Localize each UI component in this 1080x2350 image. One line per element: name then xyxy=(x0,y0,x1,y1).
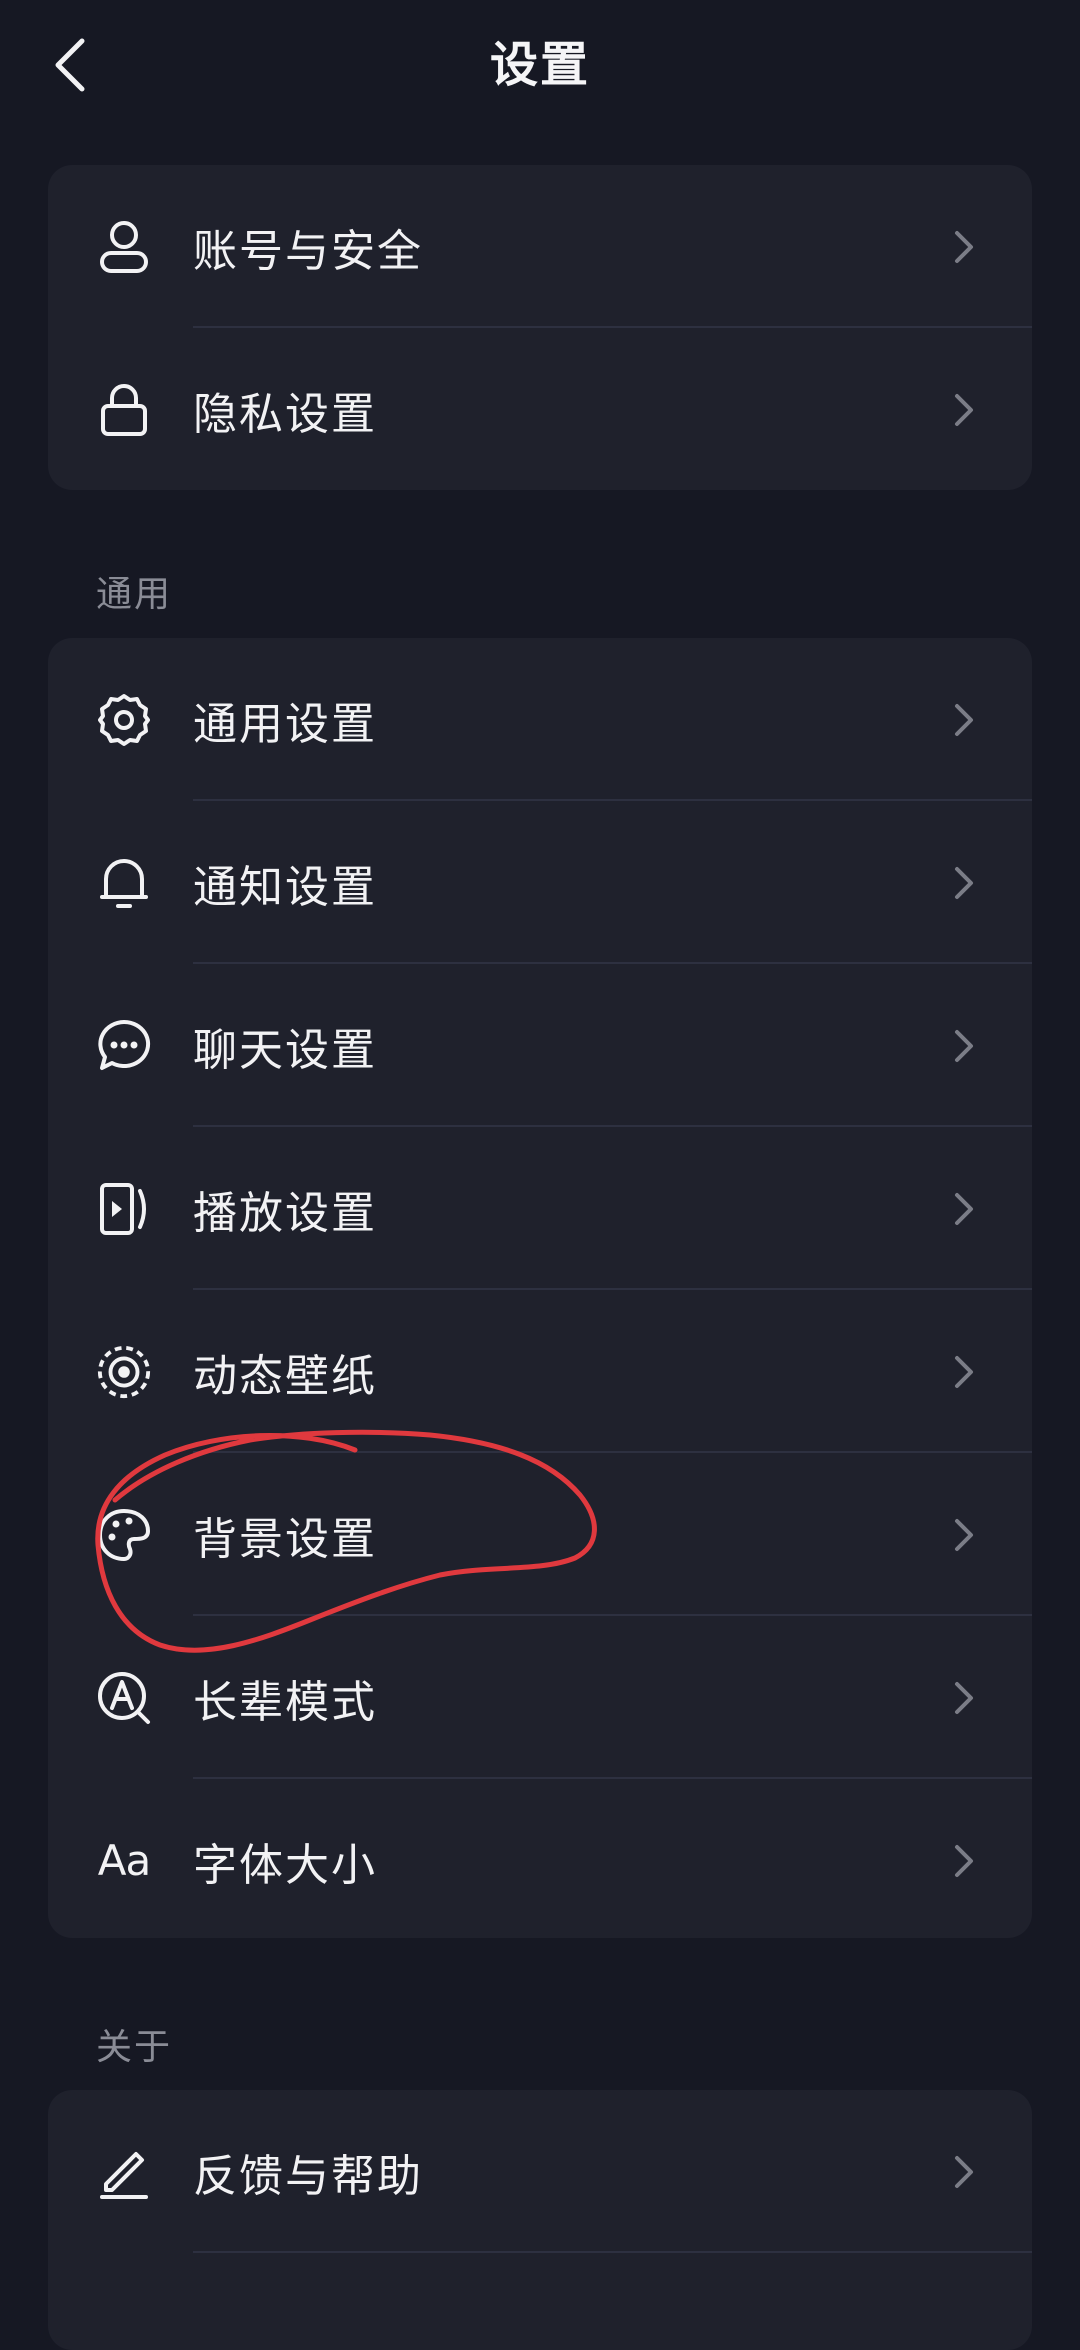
chevron-right-icon xyxy=(955,1355,973,1388)
row-label: 账号与安全 xyxy=(193,225,423,277)
chevron-right-icon xyxy=(955,1518,973,1551)
row-label: 通知设置 xyxy=(193,861,377,913)
row-label: 播放设置 xyxy=(193,1187,377,1239)
row-label: 字体大小 xyxy=(193,1839,377,1891)
row-elder-mode[interactable]: 长辈模式 xyxy=(48,1616,1032,1779)
row-playback-settings[interactable]: 播放设置 xyxy=(48,1127,1032,1290)
account-card: 账号与安全 隐私设置 xyxy=(48,165,1032,490)
elder-mode-icon xyxy=(96,1670,152,1726)
chevron-right-icon xyxy=(955,230,973,263)
palette-icon xyxy=(96,1507,152,1563)
row-account-security[interactable]: 账号与安全 xyxy=(48,165,1032,328)
section-title-about: 关于 xyxy=(96,2027,173,2068)
divider xyxy=(193,2251,1032,2253)
chevron-right-icon xyxy=(955,1844,973,1877)
row-label: 通用设置 xyxy=(193,698,377,750)
chevron-right-icon xyxy=(955,2155,973,2188)
general-card: 通用设置 通知设置 聊天设置 播放设置 动态壁纸 背景设置 长辈模式 Aa 字体… xyxy=(48,638,1032,1938)
dynamic-wallpaper-icon xyxy=(96,1344,152,1400)
section-title-general: 通用 xyxy=(96,574,173,615)
row-feedback-help[interactable]: 反馈与帮助 xyxy=(48,2090,1032,2253)
lock-icon xyxy=(96,382,152,438)
row-background-settings[interactable]: 背景设置 xyxy=(48,1453,1032,1616)
page-title: 设置 xyxy=(489,37,590,93)
top-bar: 设置 xyxy=(0,0,1080,130)
chat-bubble-icon xyxy=(96,1018,152,1074)
row-font-size[interactable]: Aa 字体大小 xyxy=(48,1779,1032,1938)
row-label: 长辈模式 xyxy=(193,1676,377,1728)
row-general-settings[interactable]: 通用设置 xyxy=(48,638,1032,801)
chevron-right-icon xyxy=(955,866,973,899)
row-label: 聊天设置 xyxy=(193,1024,377,1076)
row-label: 隐私设置 xyxy=(193,388,377,440)
row-chat-settings[interactable]: 聊天设置 xyxy=(48,964,1032,1127)
chevron-right-icon xyxy=(955,1192,973,1225)
chevron-right-icon xyxy=(955,1029,973,1062)
row-notification-settings[interactable]: 通知设置 xyxy=(48,801,1032,964)
row-label: 背景设置 xyxy=(193,1513,377,1565)
edit-pen-icon xyxy=(96,2144,152,2200)
chevron-right-icon xyxy=(955,1681,973,1714)
row-label: 反馈与帮助 xyxy=(193,2150,423,2202)
font-size-icon: Aa xyxy=(97,1836,151,1885)
user-icon xyxy=(96,219,152,275)
chevron-right-icon xyxy=(955,393,973,426)
chevron-right-icon xyxy=(955,703,973,736)
row-privacy[interactable]: 隐私设置 xyxy=(48,328,1032,490)
about-card: 反馈与帮助 xyxy=(48,2090,1032,2350)
bell-icon xyxy=(96,855,152,911)
gear-icon xyxy=(96,692,152,748)
row-label: 动态壁纸 xyxy=(193,1350,377,1402)
play-mode-icon xyxy=(96,1181,152,1237)
row-dynamic-wallpaper[interactable]: 动态壁纸 xyxy=(48,1290,1032,1453)
